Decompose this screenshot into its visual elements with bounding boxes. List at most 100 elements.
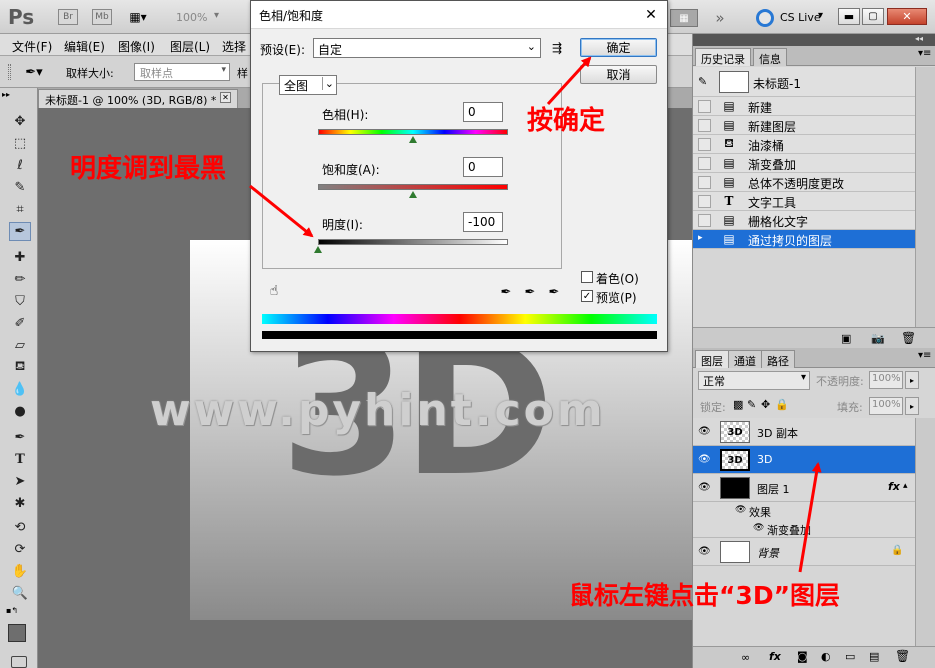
opacity-dropdown-icon[interactable]: ▸ (905, 371, 919, 389)
effects-row[interactable]: 👁 效果 (693, 502, 915, 520)
targeted-adjustment-hand-icon[interactable]: ☝ (264, 281, 284, 301)
mini-bridge-badge[interactable]: Mb (92, 9, 112, 25)
saturation-slider-thumb[interactable] (409, 191, 417, 198)
minimize-button[interactable]: ▬ (838, 8, 860, 25)
fill-input[interactable]: 100% (869, 397, 903, 415)
zoom-dropdown-icon[interactable]: ▾ (214, 10, 219, 21)
menu-file[interactable]: 文件(F) (12, 38, 52, 55)
hand-tool-icon[interactable]: ✋ (9, 562, 31, 581)
marquee-tool-icon[interactable]: ⬚ (9, 134, 31, 153)
ok-button[interactable]: 确定 (580, 38, 657, 57)
dodge-tool-icon[interactable]: ● (9, 402, 31, 421)
pen-tool-icon[interactable]: ✒ (9, 428, 31, 447)
eye-icon[interactable]: 👁 (698, 482, 711, 493)
document-close-icon[interactable]: ✕ (220, 92, 231, 103)
eyedropper-icon[interactable]: ✒ (497, 283, 515, 301)
shape-tool-icon[interactable]: ✱ (9, 494, 31, 513)
preview-checkbox[interactable]: ✓ (581, 290, 593, 302)
snapshot-camera-icon[interactable]: 📷 (871, 332, 885, 345)
adjustment-layer-icon[interactable]: ◐ (821, 650, 831, 663)
eye-icon[interactable]: 👁 (698, 546, 711, 557)
layer-row-background[interactable]: 👁 背景 🔒 (693, 538, 915, 566)
lock-all-icon[interactable]: 🔒 (775, 398, 789, 411)
fill-dropdown-icon[interactable]: ▸ (905, 397, 919, 415)
history-source-checkbox[interactable] (698, 157, 711, 170)
new-layer-icon[interactable]: ▤ (869, 650, 879, 663)
history-source-checkbox[interactable] (698, 100, 711, 113)
lightness-slider-track[interactable] (318, 239, 508, 245)
trash-icon[interactable]: 🗑 (895, 649, 910, 663)
eyedropper-tool-icon[interactable]: ✒ (9, 222, 31, 241)
eye-icon[interactable]: 👁 (753, 523, 764, 533)
lightness-input[interactable]: -100 (463, 212, 503, 232)
paint-bucket-tool-icon[interactable]: ⛾ (9, 358, 31, 377)
lasso-tool-icon[interactable]: ℓ (9, 156, 31, 175)
cs-live-icon[interactable] (756, 9, 774, 27)
default-colors-icon[interactable]: ▪↰ (6, 606, 18, 615)
history-source-checkbox[interactable] (698, 138, 711, 151)
eyedropper-preset-icon[interactable]: ✒▾ (20, 63, 48, 81)
history-source-checkbox[interactable] (698, 176, 711, 189)
arrange-documents-icon[interactable]: ▦ (670, 9, 698, 27)
history-item[interactable]: ⛾ 油漆桶 (693, 135, 915, 154)
expand-effects-icon[interactable]: ▴ (903, 481, 908, 491)
cs-live-label[interactable]: CS Live (780, 11, 821, 24)
3d-orbit-tool-icon[interactable]: ⟳ (9, 540, 31, 559)
history-item[interactable]: T 文字工具 (693, 192, 915, 211)
channel-select[interactable]: 全图 ⌄ (279, 75, 337, 95)
foreground-color-swatch[interactable] (8, 624, 26, 642)
quick-selection-tool-icon[interactable]: ✎ (9, 178, 31, 197)
eyedropper-minus-icon[interactable]: ✒ (545, 283, 563, 301)
eraser-tool-icon[interactable]: ▱ (9, 336, 31, 355)
menu-layer[interactable]: 图层(L) (170, 38, 210, 55)
new-document-from-state-icon[interactable]: ▣ (841, 332, 851, 345)
tab-info[interactable]: 信息 (753, 48, 787, 66)
bridge-badge[interactable]: Br (58, 9, 78, 25)
add-style-icon[interactable]: fx (769, 650, 781, 663)
cs-live-dropdown-icon[interactable]: ▾ (818, 10, 823, 21)
opacity-input[interactable]: 100% (869, 371, 903, 389)
add-mask-icon[interactable]: ◙ (797, 650, 808, 663)
dialog-close-icon[interactable]: ✕ (643, 7, 659, 23)
history-source-checkbox[interactable] (698, 119, 711, 132)
fx-badge[interactable]: fx (888, 480, 900, 493)
cancel-button[interactable]: 取消 (580, 65, 657, 84)
tab-history[interactable]: 历史记录 (695, 48, 751, 66)
link-layers-icon[interactable]: ∞ (741, 651, 750, 664)
history-source-checkbox[interactable] (698, 195, 711, 208)
sample-size-select[interactable]: 取样点 ▾ (134, 63, 230, 81)
saturation-slider-track[interactable] (318, 184, 508, 190)
document-tab[interactable]: 未标题-1 @ 100% (3D, RGB/8) * (38, 89, 238, 108)
quick-mask-icon[interactable] (11, 656, 27, 668)
more-workspaces-icon[interactable]: » (708, 8, 732, 28)
toolbox-collapse-icon[interactable]: ▸▸ (2, 90, 10, 99)
type-tool-icon[interactable]: T (9, 450, 31, 469)
preset-options-icon[interactable]: ⇶ (548, 39, 566, 57)
move-tool-icon[interactable]: ✥ (9, 112, 31, 131)
layers-scrollbar[interactable] (915, 418, 935, 646)
trash-icon[interactable]: 🗑 (901, 331, 916, 345)
path-selection-tool-icon[interactable]: ➤ (9, 472, 31, 491)
eye-icon[interactable]: 👁 (698, 426, 711, 437)
zoom-level[interactable]: 100% (176, 11, 207, 24)
menu-edit[interactable]: 编辑(E) (64, 38, 105, 55)
restore-button[interactable]: ▢ (862, 8, 884, 25)
lock-pixels-icon[interactable]: ✎ (747, 398, 756, 411)
tab-layers[interactable]: 图层 (695, 350, 729, 368)
tab-channels[interactable]: 通道 (728, 350, 762, 368)
hue-slider-thumb[interactable] (409, 136, 417, 143)
menu-image[interactable]: 图像(I) (118, 38, 155, 55)
blend-mode-select[interactable]: 正常 ▾ (698, 371, 810, 390)
layer-row-layer1[interactable]: 👁 图层 1 fx ▴ (693, 474, 915, 502)
history-source-checkbox[interactable] (698, 214, 711, 227)
preset-select[interactable]: 自定 ⌄ (313, 38, 541, 58)
colorize-checkbox[interactable] (581, 271, 593, 283)
history-source-checkbox[interactable]: ▸ (698, 233, 711, 246)
panel-menu-icon[interactable]: ▾≡ (918, 48, 931, 59)
gradient-overlay-row[interactable]: 👁 渐变叠加 (693, 520, 915, 538)
zoom-tool-icon[interactable]: 🔍 (9, 584, 31, 603)
brush-tool-icon[interactable]: ✏ (9, 270, 31, 289)
eye-icon[interactable]: 👁 (698, 454, 711, 465)
history-item[interactable]: ▸ ▤ 通过拷贝的图层 (693, 230, 915, 249)
panel-collapse-icon[interactable]: ◂◂ (915, 34, 923, 43)
